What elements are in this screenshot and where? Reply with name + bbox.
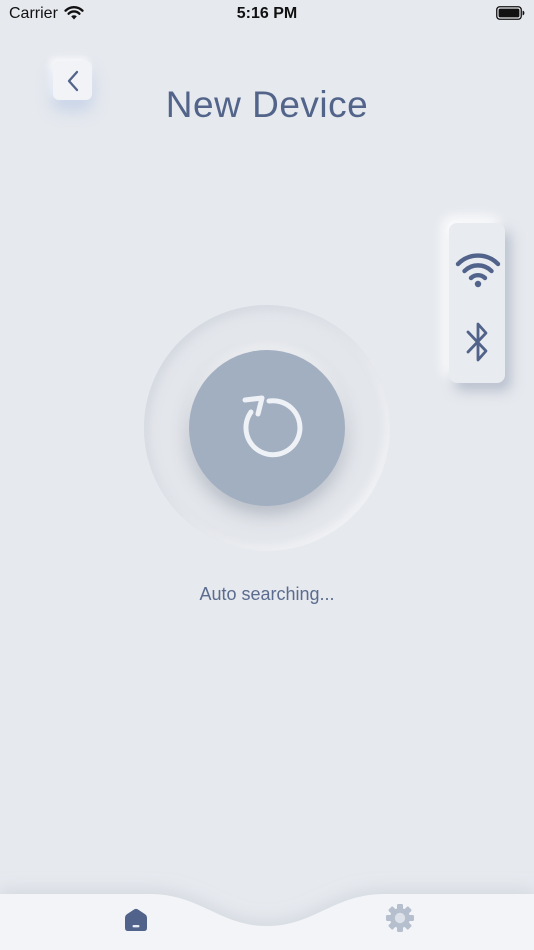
page-title: New Device [165,84,369,125]
status-bar: Carrier 5:16 PM [0,0,534,30]
bluetooth-icon[interactable] [465,320,491,364]
battery-icon [496,6,525,20]
search-button[interactable] [189,350,345,506]
connection-mode-panel [449,223,505,383]
wifi-icon[interactable] [455,251,501,289]
search-status-text: Auto searching... [199,584,335,604]
tab-bar-background [0,894,534,950]
gear-icon[interactable] [384,902,416,934]
status-time: 5:16 PM [236,5,298,22]
tab-bar [0,860,534,950]
refresh-icon [242,395,303,458]
home-icon[interactable] [120,904,152,936]
